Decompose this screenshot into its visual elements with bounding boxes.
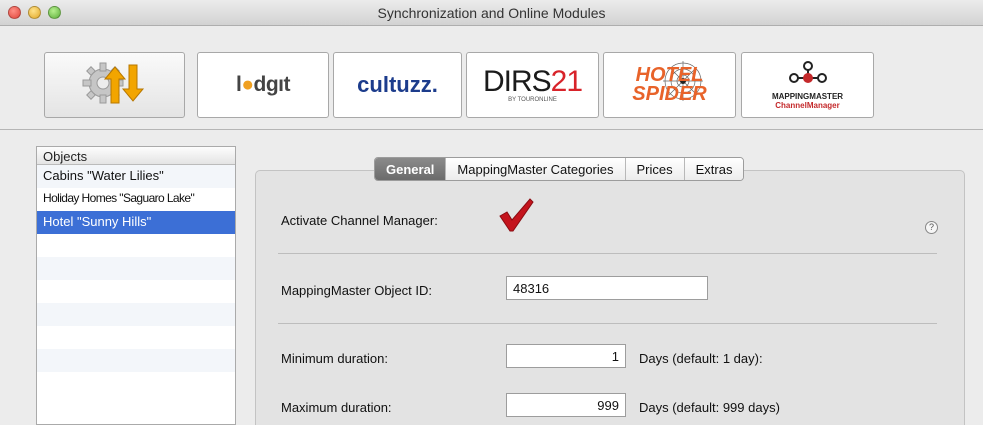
tab-general[interactable]: General [375,158,446,180]
activate-channel-manager-checkbox[interactable] [498,198,534,237]
hotelspider-module-button[interactable]: HOTEL SPIDER [603,52,736,118]
minimum-duration-field[interactable]: 1 [506,344,626,368]
title-bar: Synchronization and Online Modules [0,0,983,26]
object-list-item[interactable]: Holiday Homes "Saguaro Lake" [37,188,235,211]
minimum-duration-hint: Days (default: 1 day): [639,351,763,366]
separator [278,253,937,254]
empty-list-row [37,257,235,280]
empty-list-row [37,349,235,372]
tab-prices[interactable]: Prices [624,158,684,180]
tab-extras[interactable]: Extras [683,158,744,180]
separator [278,323,937,324]
minimum-duration-label: Minimum duration: [281,351,388,366]
objects-header[interactable]: Objects [37,147,235,165]
lodgit-module-button[interactable]: l●dgıt [197,52,329,118]
checkmark-icon [499,198,534,232]
maximum-duration-field[interactable]: 999 [506,393,626,417]
maximum-duration-hint: Days (default: 999 days) [639,400,780,415]
dirs21-module-button[interactable]: DIRS21 BY TOURONLINE [466,52,599,118]
object-list-item[interactable]: Cabins "Water Lilies" [37,165,235,188]
activate-channel-manager-label: Activate Channel Manager: [281,213,438,228]
object-id-label: MappingMaster Object ID: [281,283,433,298]
maximum-duration-label: Maximum duration: [281,400,392,415]
tab-bar: General MappingMaster Categories Prices … [374,157,745,181]
empty-list-row [37,280,235,303]
window-title: Synchronization and Online Modules [377,5,606,21]
hotelspider-logo: HOTEL SPIDER [632,61,707,105]
empty-list-row [37,303,235,326]
empty-list-row [37,372,235,395]
objects-list: Objects Cabins "Water Lilies" Holiday Hom… [36,146,236,425]
tab-mappingmaster-categories[interactable]: MappingMaster Categories [445,158,625,180]
sync-module-button[interactable] [44,52,185,118]
empty-list-row [37,234,235,257]
module-toolbar: l●dgıt cultuzz. DIRS21 BY TOURONLINE HOT… [0,26,983,130]
dirs21-logo: DIRS21 BY TOURONLINE [482,65,583,104]
help-icon[interactable]: ? [925,221,938,234]
sync-gear-arrows-icon [79,59,151,112]
object-list-item[interactable]: Hotel "Sunny Hills" [37,211,235,234]
object-id-field[interactable]: 48316 [506,276,708,300]
mappingmaster-logo: MAPPINGMASTER ChannelManager [772,60,843,110]
cultuzz-logo: cultuzz. [357,72,438,97]
empty-list-row [37,326,235,349]
mappingmaster-module-button[interactable]: MAPPINGMASTER ChannelManager [741,52,874,118]
lodgit-logo: l●dgıt [235,73,291,96]
cultuzz-module-button[interactable]: cultuzz. [333,52,462,118]
